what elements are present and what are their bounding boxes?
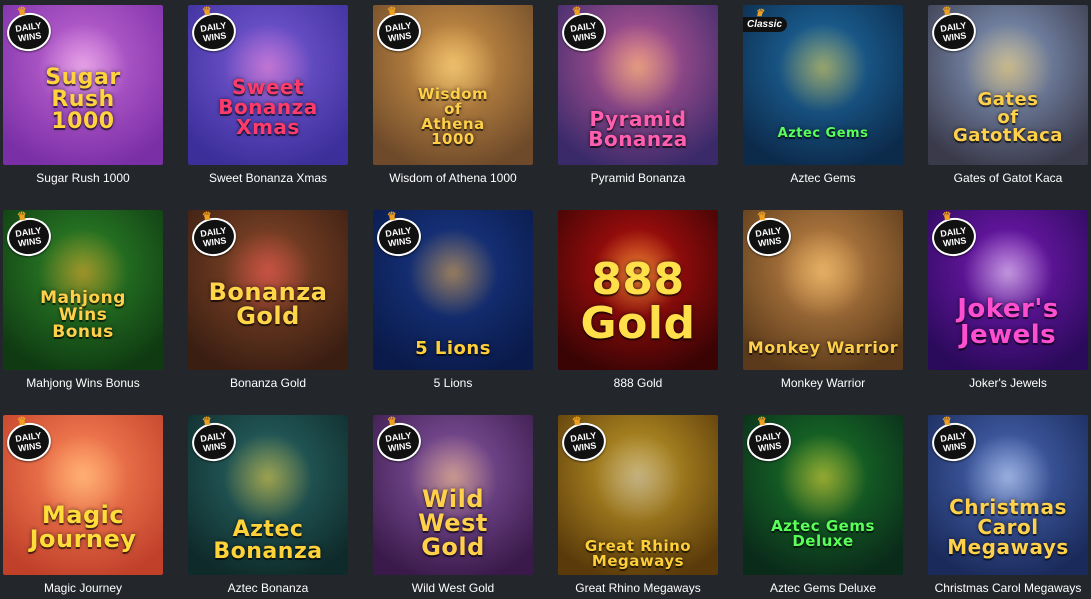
game-title[interactable]: Sugar Rush 1000	[3, 170, 163, 186]
game-logo: Magic Journey	[29, 501, 137, 553]
crown-icon: ♛	[201, 210, 213, 224]
game-thumbnail[interactable]: 5 Lions ♛ DAILY WINS	[373, 210, 533, 370]
game-character-art	[593, 23, 683, 113]
game-title[interactable]: Aztec Bonanza	[188, 580, 348, 596]
game-logo: 888 Gold	[580, 254, 696, 349]
game-tile-mahjong-wins-bonus[interactable]: Mahjong Wins Bonus ♛ DAILY WINS Mahjong Wins B…	[3, 210, 163, 391]
game-title[interactable]: Wild West Gold	[373, 580, 533, 596]
game-title[interactable]: Mahjong Wins Bonus	[3, 375, 163, 391]
game-tile-888-gold[interactable]: 888 Gold 888 Gold	[558, 210, 718, 391]
game-logo: Gates of GatotKaca	[953, 89, 1063, 146]
game-thumbnail[interactable]: Sugar Rush 1000 ♛ DAILY WINS	[3, 5, 163, 165]
game-thumbnail[interactable]: Wisdom of Athena 1000 ♛ DAILY WINS	[373, 5, 533, 165]
game-thumbnail[interactable]: Christmas Carol Megaways ♛ DAILY WINS	[928, 415, 1088, 575]
game-tile-pyramid-bonanza[interactable]: Pyramid Bonanza ♛ DAILY WINS Pyramid Bonanza	[558, 5, 718, 186]
crown-icon: ♛	[16, 415, 28, 429]
game-tile-gates-of-gatot-kaca[interactable]: Gates of GatotKaca ♛ DAILY WINS Gates of Gatot…	[928, 5, 1088, 186]
game-tile-5-lions[interactable]: 5 Lions ♛ DAILY WINS 5 Lions	[373, 210, 533, 391]
crown-icon: ♛	[941, 5, 953, 19]
crown-icon: ♛	[386, 415, 398, 429]
game-thumbnail[interactable]: 888 Gold	[558, 210, 718, 370]
game-title[interactable]: Aztec Gems Deluxe	[743, 580, 903, 596]
game-tile-joker-s-jewels[interactable]: Joker's Jewels ♛ DAILY WINS Joker's Jewels	[928, 210, 1088, 391]
game-logo: Bonanza Gold	[208, 278, 328, 330]
game-logo: Aztec Bonanza	[213, 517, 323, 564]
game-tile-aztec-gems-deluxe[interactable]: Aztec Gems Deluxe ♛ DAILY WINS Aztec Gems Del…	[743, 415, 903, 596]
game-logo: Sweet Bonanza Xmas	[218, 75, 318, 139]
game-thumbnail[interactable]: Sweet Bonanza Xmas ♛ DAILY WINS	[188, 5, 348, 165]
game-thumbnail[interactable]: Magic Journey ♛ DAILY WINS	[3, 415, 163, 575]
game-title[interactable]: 5 Lions	[373, 375, 533, 391]
game-tile-wisdom-of-athena-1000[interactable]: Wisdom of Athena 1000 ♛ DAILY WINS Wisdom of At…	[373, 5, 533, 186]
game-thumbnail[interactable]: Wild West Gold ♛ DAILY WINS	[373, 415, 533, 575]
game-title[interactable]: 888 Gold	[558, 375, 718, 391]
game-title[interactable]: Magic Journey	[3, 580, 163, 596]
crown-icon: ♛	[16, 210, 28, 224]
game-character-art	[778, 228, 868, 318]
game-title[interactable]: Pyramid Bonanza	[558, 170, 718, 186]
crown-icon: ♛	[571, 5, 583, 19]
game-thumbnail[interactable]: Monkey Warrior ♛ DAILY WINS	[743, 210, 903, 370]
game-thumbnail[interactable]: Pyramid Bonanza ♛ DAILY WINS	[558, 5, 718, 165]
game-tile-bonanza-gold[interactable]: Bonanza Gold ♛ DAILY WINS Bonanza Gold	[188, 210, 348, 391]
game-logo: Sugar Rush 1000	[45, 65, 121, 134]
game-tile-great-rhino-megaways[interactable]: Great Rhino Megaways ♛ DAILY WINS Great Rhino…	[558, 415, 718, 596]
game-thumbnail[interactable]: Mahjong Wins Bonus ♛ DAILY WINS	[3, 210, 163, 370]
game-character-art	[778, 433, 868, 523]
game-logo: Monkey Warrior	[747, 338, 899, 357]
crown-icon: ♛	[386, 210, 398, 224]
game-title[interactable]: Sweet Bonanza Xmas	[188, 170, 348, 186]
crown-icon: ♛	[755, 8, 764, 19]
game-logo: Wisdom of Athena 1000	[417, 85, 489, 148]
game-tile-christmas-carol-megaways[interactable]: Christmas Carol Megaways ♛ DAILY WINS Christma…	[928, 415, 1088, 596]
game-logo: Mahjong Wins Bonus	[40, 288, 126, 342]
game-thumbnail[interactable]: Gates of GatotKaca ♛ DAILY WINS	[928, 5, 1088, 165]
game-title[interactable]: Great Rhino Megaways	[558, 580, 718, 596]
game-tile-wild-west-gold[interactable]: Wild West Gold ♛ DAILY WINS Wild West Gold	[373, 415, 533, 596]
game-thumbnail[interactable]: Aztec Gems Deluxe ♛ DAILY WINS	[743, 415, 903, 575]
game-logo: Great Rhino Megaways	[584, 537, 692, 570]
game-tile-aztec-gems[interactable]: Aztec Gems ♛ Classic Aztec Gems	[743, 5, 903, 186]
game-thumbnail[interactable]: Aztec Gems ♛ Classic	[743, 5, 903, 165]
game-title[interactable]: Christmas Carol Megaways	[928, 580, 1088, 596]
game-title[interactable]: Joker's Jewels	[928, 375, 1088, 391]
game-tile-monkey-warrior[interactable]: Monkey Warrior ♛ DAILY WINS Monkey Warrior	[743, 210, 903, 391]
game-tile-aztec-bonanza[interactable]: Aztec Bonanza ♛ DAILY WINS Aztec Bonanza	[188, 415, 348, 596]
game-grid: Sugar Rush 1000 ♛ DAILY WINS Sugar Rush 1000 Sw…	[0, 0, 1091, 599]
crown-icon: ♛	[16, 5, 28, 19]
game-thumbnail[interactable]: Aztec Bonanza ♛ DAILY WINS	[188, 415, 348, 575]
game-thumbnail[interactable]: Bonanza Gold ♛ DAILY WINS	[188, 210, 348, 370]
game-thumbnail[interactable]: Great Rhino Megaways ♛ DAILY WINS	[558, 415, 718, 575]
game-logo: 5 Lions	[415, 338, 491, 359]
game-logo: Wild West Gold	[418, 485, 488, 561]
game-tile-sweet-bonanza-xmas[interactable]: Sweet Bonanza Xmas ♛ DAILY WINS Sweet Bonanza …	[188, 5, 348, 186]
game-logo: Christmas Carol Megaways	[947, 495, 1069, 559]
crown-icon: ♛	[201, 415, 213, 429]
game-tile-sugar-rush-1000[interactable]: Sugar Rush 1000 ♛ DAILY WINS Sugar Rush 1000	[3, 5, 163, 186]
game-title[interactable]: Bonanza Gold	[188, 375, 348, 391]
game-logo: Aztec Gems Deluxe	[771, 517, 875, 550]
crown-icon: ♛	[571, 415, 583, 429]
game-title[interactable]: Aztec Gems	[743, 170, 903, 186]
game-logo: Joker's Jewels	[957, 294, 1059, 350]
game-character-art	[778, 23, 868, 113]
game-title[interactable]: Gates of Gatot Kaca	[928, 170, 1088, 186]
game-character-art	[223, 433, 313, 523]
game-tile-magic-journey[interactable]: Magic Journey ♛ DAILY WINS Magic Journey	[3, 415, 163, 596]
crown-icon: ♛	[941, 415, 953, 429]
game-title[interactable]: Wisdom of Athena 1000	[373, 170, 533, 186]
game-logo: Aztec Gems	[777, 126, 869, 141]
badge-label: Classic	[747, 19, 783, 30]
crown-icon: ♛	[941, 210, 953, 224]
game-character-art	[593, 433, 683, 523]
crown-icon: ♛	[756, 210, 768, 224]
crown-icon: ♛	[756, 415, 768, 429]
game-logo: Pyramid Bonanza	[588, 107, 688, 151]
game-character-art	[408, 228, 498, 318]
crown-icon: ♛	[386, 5, 398, 19]
game-title[interactable]: Monkey Warrior	[743, 375, 903, 391]
crown-icon: ♛	[201, 5, 213, 19]
classic-badge: ♛ Classic	[743, 8, 788, 32]
game-thumbnail[interactable]: Joker's Jewels ♛ DAILY WINS	[928, 210, 1088, 370]
